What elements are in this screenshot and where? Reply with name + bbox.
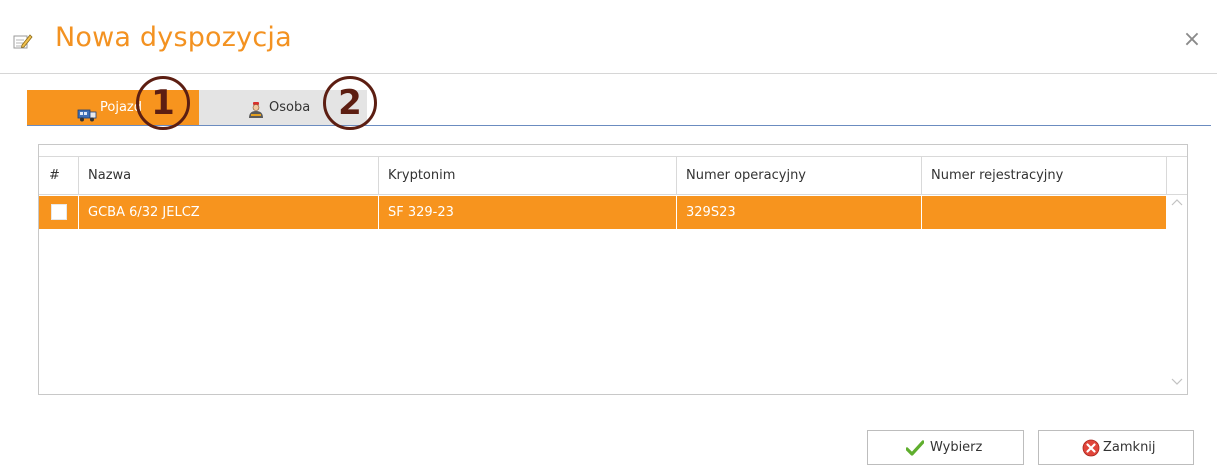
- column-header-numer-operacyjny[interactable]: Numer operacyjny: [677, 157, 922, 195]
- cell-nazwa: GCBA 6/32 JELCZ: [79, 196, 379, 229]
- dialog-header: Nowa dyspozycja ×: [0, 0, 1217, 74]
- cell-kryptonim: SF 329-23: [379, 196, 677, 229]
- close-icon[interactable]: ×: [1180, 28, 1204, 52]
- vertical-scrollbar[interactable]: [1167, 196, 1187, 394]
- scroll-up-icon[interactable]: [1171, 198, 1183, 208]
- new-dispatch-dialog: Nowa dyspozycja × Pojazd Osoba 1 2 # Naz…: [0, 0, 1217, 471]
- callout-1: 1: [136, 76, 190, 130]
- tab-person-label: Osoba: [269, 100, 311, 115]
- vehicle-grid: # Nazwa Kryptonim Numer operacyjny Numer…: [38, 144, 1188, 395]
- person-icon: [247, 98, 265, 118]
- dialog-title: Nowa dyspozycja: [55, 22, 292, 53]
- close-circle-icon: [1082, 439, 1100, 457]
- select-button[interactable]: Wybierz: [867, 430, 1024, 465]
- cell-numer-rejestracyjny: [922, 196, 1167, 229]
- row-select-cell: [39, 196, 79, 229]
- row-checkbox[interactable]: [51, 204, 67, 220]
- close-button-label: Zamknij: [1103, 440, 1156, 455]
- checkmark-icon: [905, 440, 925, 456]
- scroll-down-icon[interactable]: [1171, 376, 1183, 386]
- close-button[interactable]: Zamknij: [1038, 430, 1194, 465]
- callout-2: 2: [323, 76, 377, 130]
- column-header-kryptonim[interactable]: Kryptonim: [379, 157, 677, 195]
- select-button-label: Wybierz: [930, 440, 983, 455]
- column-header-select[interactable]: #: [39, 157, 79, 195]
- edit-note-icon: [13, 32, 33, 50]
- column-header-nazwa[interactable]: Nazwa: [79, 157, 379, 195]
- table-row[interactable]: GCBA 6/32 JELCZ SF 329-23 329S23: [39, 196, 1167, 229]
- vehicle-icon: [77, 101, 97, 122]
- grid-group-panel: [39, 145, 1187, 157]
- grid-header: # Nazwa Kryptonim Numer operacyjny Numer…: [39, 157, 1187, 195]
- cell-numer-operacyjny: 329S23: [677, 196, 922, 229]
- column-header-numer-rejestracyjny[interactable]: Numer rejestracyjny: [922, 157, 1167, 195]
- tab-strip: Pojazd Osoba: [27, 90, 1211, 126]
